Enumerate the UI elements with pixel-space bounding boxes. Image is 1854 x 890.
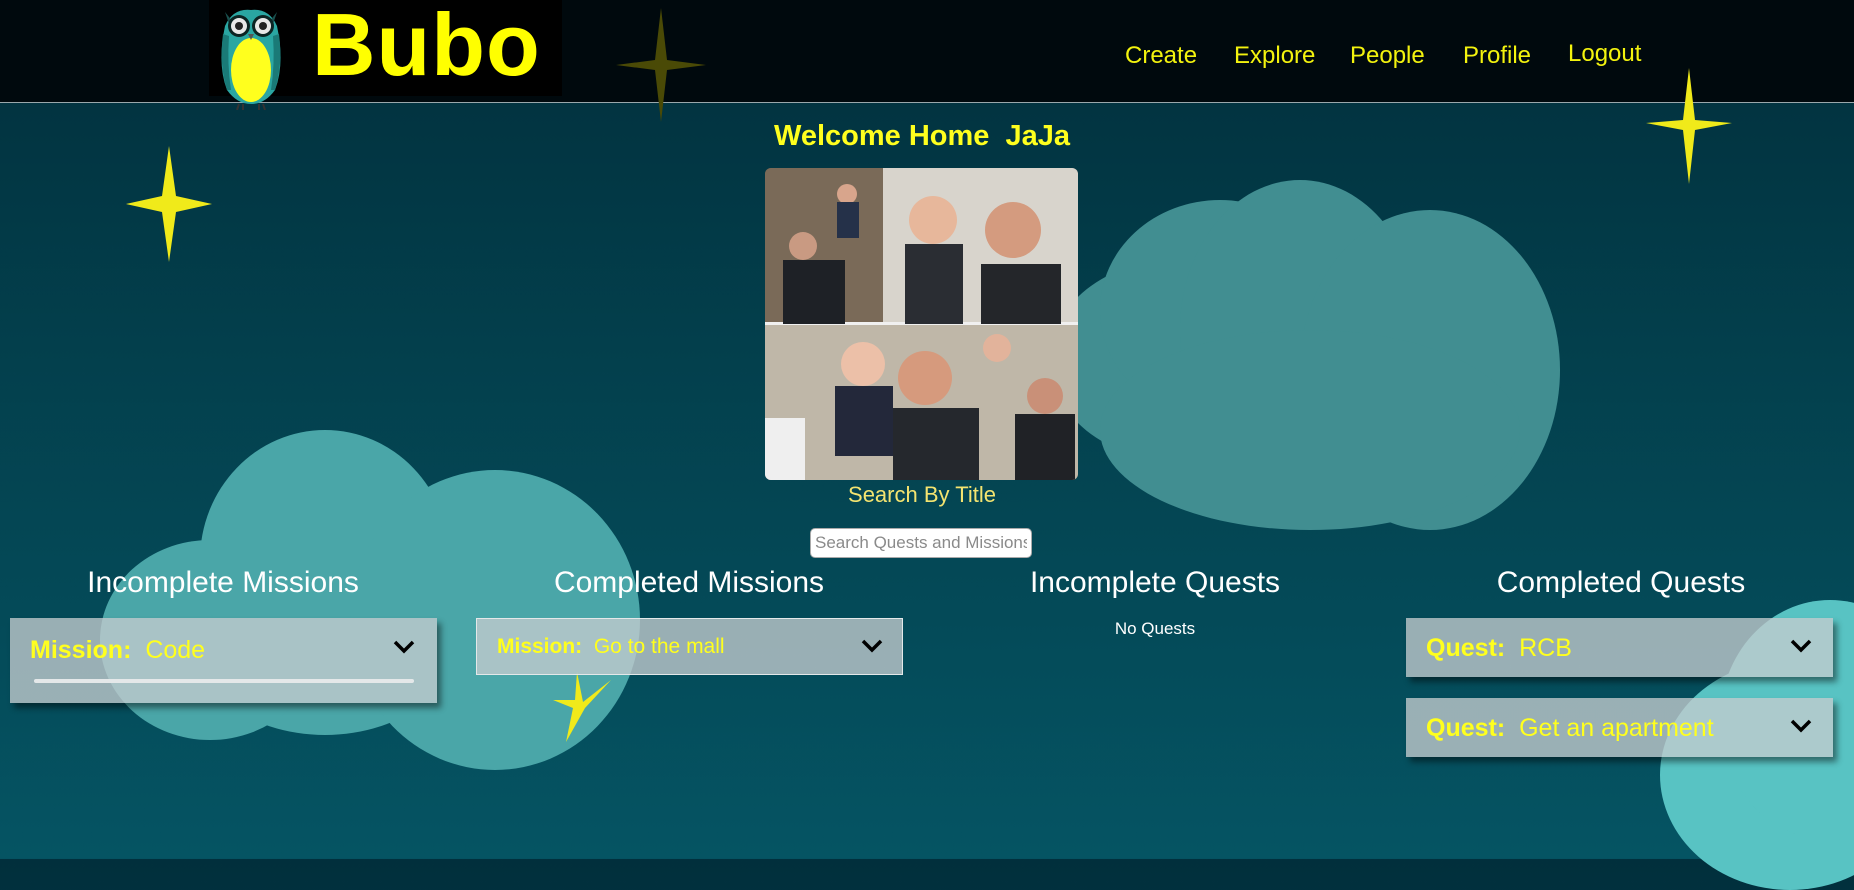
nav-item-create[interactable]: Create [1125, 42, 1197, 70]
quest-card-header: Quest: RCB [1426, 634, 1572, 663]
star-icon [553, 672, 611, 742]
nav-item-people[interactable]: People [1350, 42, 1425, 70]
profile-photo [765, 168, 1078, 480]
chevron-down-icon[interactable] [1790, 639, 1812, 653]
card-kind-label: Quest: [1426, 714, 1506, 742]
card-title: Go to the mall [593, 635, 725, 658]
chevron-down-icon[interactable] [861, 639, 883, 653]
brand-logo[interactable]: Bubo [209, 0, 562, 110]
brand-name: Bubo [312, 0, 541, 94]
card-title: Get an apartment [1519, 714, 1714, 742]
card-title: Code [145, 636, 206, 664]
nav-item-profile[interactable]: Profile [1463, 42, 1531, 70]
quest-card[interactable]: Quest: Get an apartment [1406, 698, 1833, 757]
completed-quests-heading: Completed Quests [1496, 566, 1746, 599]
star-icon [1646, 68, 1732, 184]
star-icon [126, 146, 212, 262]
chevron-down-icon[interactable] [393, 640, 415, 654]
mission-progress-bar [34, 679, 414, 683]
owl-icon [221, 9, 281, 110]
chevron-down-icon[interactable] [1790, 719, 1812, 733]
mission-card-header: Mission: Code [30, 636, 205, 665]
welcome-username: JaJa [1005, 120, 1071, 152]
top-navbar: Bubo Create Explore People Profile Logou… [0, 0, 1854, 110]
profile-photo-collage [765, 168, 1078, 480]
page-title: Welcome Home JaJa [0, 120, 1844, 153]
card-kind-label: Mission: [497, 635, 583, 658]
search-label: Search By Title [848, 482, 996, 507]
card-title: RCB [1519, 634, 1572, 662]
nav-item-logout[interactable]: Logout [1568, 40, 1641, 68]
card-kind-label: Mission: [30, 636, 132, 664]
nav-item-explore[interactable]: Explore [1234, 42, 1315, 70]
completed-missions-heading: Completed Missions [553, 566, 825, 599]
mission-card[interactable]: Mission: Go to the mall [476, 618, 903, 675]
quest-card-header: Quest: Get an apartment [1426, 714, 1714, 743]
incomplete-quests-heading: Incomplete Quests [1029, 566, 1281, 599]
star-icon [616, 8, 706, 122]
welcome-greeting: Welcome Home [773, 120, 990, 152]
incomplete-missions-heading: Incomplete Missions [87, 566, 359, 599]
mission-card[interactable]: Mission: Code [10, 618, 437, 703]
empty-quests-note: No Quests [1114, 619, 1196, 638]
mission-card-header: Mission: Go to the mall [497, 635, 725, 659]
card-kind-label: Quest: [1426, 634, 1506, 662]
quest-card[interactable]: Quest: RCB [1406, 618, 1833, 677]
search-input[interactable] [810, 528, 1032, 558]
